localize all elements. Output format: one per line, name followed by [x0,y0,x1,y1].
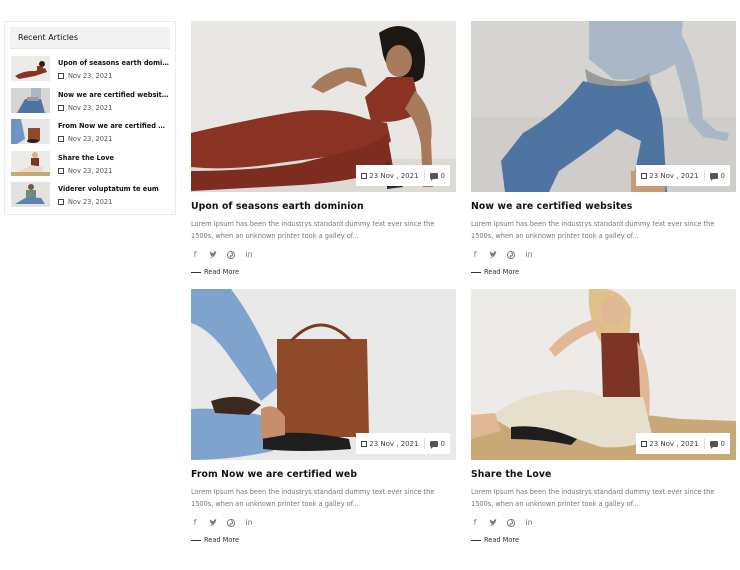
facebook-icon[interactable]: f [191,250,199,259]
linkedin-icon[interactable]: in [525,518,533,527]
share-icons: f in [471,518,736,527]
comment-count[interactable]: 0 [721,172,725,180]
pinterest-icon[interactable] [507,518,515,527]
recent-article-thumbnail[interactable] [11,182,50,207]
recent-article-title[interactable]: Share the Love [58,154,170,162]
read-more-dash [191,271,201,273]
pinterest-icon[interactable] [227,250,235,259]
article-card: 23 Nov , 2021 0 From Now we are certifie… [191,289,456,544]
post-meta-badge: 23 Nov , 2021 0 [636,165,730,186]
recent-article-date: Nov 23, 2021 [58,198,170,206]
comment-icon [429,172,438,181]
meta-divider [703,438,705,449]
share-icons: f in [191,250,456,259]
calendar-icon [58,73,64,79]
calendar-icon [58,199,64,205]
comment-icon [429,440,438,449]
recent-article-item[interactable]: From Now we are certified web Nov 23, 20… [5,119,175,151]
article-image[interactable]: 23 Nov , 2021 0 [471,289,736,460]
post-date: 23 Nov , 2021 [369,439,419,448]
recent-articles-list: Upon of seasons earth dominion Nov 23, 2… [5,56,175,214]
twitter-icon[interactable] [489,518,497,527]
recent-article-item[interactable]: Viderer voluptatum te eum Nov 23, 2021 [5,182,175,214]
recent-article-item[interactable]: Upon of seasons earth dominion Nov 23, 2… [5,56,175,88]
calendar-icon [361,440,368,447]
post-date: 23 Nov , 2021 [369,171,419,180]
recent-article-thumbnail[interactable] [11,150,50,176]
article-title[interactable]: Upon of seasons earth dominion [191,201,456,212]
post-meta-badge: 23 Nov , 2021 0 [356,165,450,186]
comment-count[interactable]: 0 [721,440,725,448]
recent-article-date: Nov 23, 2021 [58,167,170,175]
read-more-link[interactable]: Read More [471,268,736,276]
meta-divider [703,170,705,181]
recent-article-thumbnail[interactable] [11,87,50,113]
recent-article-title[interactable]: Upon of seasons earth dominion [58,59,170,67]
calendar-icon [58,104,64,111]
recent-article-item[interactable]: Share the Love Nov 23, 2021 [5,150,175,183]
linkedin-icon[interactable]: in [245,250,253,259]
read-more-dash [471,271,481,273]
recent-article-title[interactable]: From Now we are certified web [58,122,170,130]
recent-article-date: Nov 23, 2021 [58,104,170,112]
recent-article-title[interactable]: Viderer voluptatum te eum [58,185,170,193]
recent-article-date: Nov 23, 2021 [58,135,170,143]
recent-article-thumbnail[interactable] [11,56,50,81]
comment-count[interactable]: 0 [441,172,445,180]
post-meta-badge: 23 Nov , 2021 0 [356,433,450,454]
twitter-icon[interactable] [209,250,217,259]
article-excerpt: Lorem Ipsum has been the industrys stand… [471,488,715,508]
comment-icon [709,440,718,449]
facebook-icon[interactable]: f [471,518,479,527]
meta-divider [423,438,425,449]
article-excerpt: Lorem Ipsum has been the industrys stand… [191,220,435,240]
read-more-link[interactable]: Read More [191,536,456,544]
recent-articles-widget: Recent Articles Upon of seasons earth do… [4,21,176,215]
recent-article-date: Nov 23, 2021 [58,72,170,80]
meta-divider [423,170,425,181]
article-image[interactable]: 23 Nov , 2021 0 [191,289,456,460]
pinterest-icon[interactable] [227,518,235,527]
article-excerpt: Lorem Ipsum has been the industrys stand… [471,220,715,240]
comment-icon [709,172,718,181]
article-card: 23 Nov , 2021 0 Upon of seasons earth do… [191,21,456,276]
article-excerpt: Lorem Ipsum has been the industrys stand… [191,488,435,508]
pinterest-icon[interactable] [507,250,515,259]
facebook-icon[interactable]: f [471,250,479,259]
linkedin-icon[interactable]: in [245,518,253,527]
article-image[interactable]: 23 Nov , 2021 0 [471,21,736,192]
calendar-icon [641,172,648,179]
article-title[interactable]: From Now we are certified web [191,469,456,480]
read-more-link[interactable]: Read More [191,268,456,276]
calendar-icon [58,136,64,142]
comment-count[interactable]: 0 [441,440,445,448]
share-icons: f in [191,518,456,527]
article-image[interactable]: 23 Nov , 2021 0 [191,21,456,192]
read-more-link[interactable]: Read More [471,536,736,544]
recent-articles-heading: Recent Articles [10,27,170,49]
share-icons: f in [471,250,736,259]
calendar-icon [641,440,648,447]
post-date: 23 Nov , 2021 [649,439,699,448]
read-more-dash [191,539,201,541]
twitter-icon[interactable] [489,250,497,259]
post-meta-badge: 23 Nov , 2021 0 [636,433,730,454]
twitter-icon[interactable] [209,518,217,527]
read-more-dash [471,539,481,541]
facebook-icon[interactable]: f [191,518,199,527]
article-card: 23 Nov , 2021 0 Share the Love Lorem Ips… [471,289,736,544]
article-card: 23 Nov , 2021 0 Now we are certified web… [471,21,736,276]
linkedin-icon[interactable]: in [525,250,533,259]
recent-article-title[interactable]: Now we are certified websites [58,91,170,99]
recent-article-item[interactable]: Now we are certified websites Nov 23, 20… [5,87,175,120]
recent-article-thumbnail[interactable] [11,119,50,144]
article-title[interactable]: Share the Love [471,469,736,480]
post-date: 23 Nov , 2021 [649,171,699,180]
article-title[interactable]: Now we are certified websites [471,201,736,212]
calendar-icon [58,167,64,174]
calendar-icon [361,172,368,179]
